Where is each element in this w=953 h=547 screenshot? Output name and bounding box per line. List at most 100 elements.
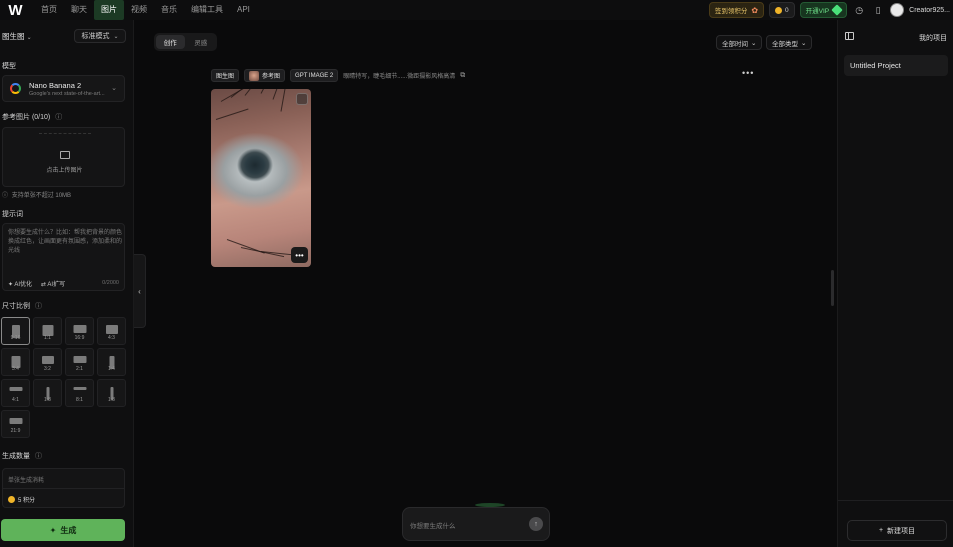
chat-input-bar[interactable]: 你想要生成什么 ↑: [402, 507, 550, 541]
history-icon[interactable]: ◷: [852, 3, 866, 17]
tab-inspiration[interactable]: 灵感: [187, 35, 216, 49]
sparkle-icon: ✦: [49, 525, 57, 535]
chevron-down-icon: ⌄: [113, 33, 119, 40]
credits-button[interactable]: 0: [769, 2, 795, 18]
mode-select[interactable]: 图生图 ⌄: [2, 31, 32, 42]
ratio-option[interactable]: 3:4: [1, 348, 30, 376]
upload-text: 点击上传图片: [46, 168, 83, 174]
generated-image[interactable]: •••: [211, 89, 311, 267]
collapse-panel-button[interactable]: ‹: [134, 254, 146, 328]
ratio-option[interactable]: 2:1: [65, 348, 94, 376]
more-options-icon[interactable]: •••: [742, 68, 754, 78]
ratio-label: 4:1: [12, 397, 19, 403]
type-filter-label: 全部类型: [772, 40, 798, 48]
avatar[interactable]: [890, 3, 905, 17]
nav-home[interactable]: 首页: [34, 0, 64, 20]
ratio-label: 16:9: [74, 335, 85, 341]
vip-button[interactable]: 开通VIP: [799, 2, 848, 18]
credits-value: 0: [785, 6, 789, 14]
prompt-section-label: 提示词: [2, 211, 23, 218]
reference-section-label: 参考图片 (0/10) ⓘ: [2, 112, 62, 122]
panel-resize-handle[interactable]: [831, 270, 834, 306]
info-icon[interactable]: ⓘ: [55, 114, 62, 121]
ratio-option[interactable]: 1:1: [33, 317, 62, 345]
vip-label: 开通VIP: [805, 8, 830, 15]
type-filter[interactable]: 全部类型 ⌄: [766, 35, 813, 50]
divider: [3, 488, 124, 489]
projects-title: 我的项目: [919, 35, 947, 42]
app-logo[interactable]: W: [0, 0, 30, 20]
prompt-input[interactable]: 你想要生成什么？比如：帮我把背景的颜色换成红色，让画面更有氛围感，添加柔和的光线…: [2, 223, 125, 291]
eyelash-stroke: [244, 89, 273, 96]
ai-optimize-button[interactable]: ✦ AI优化: [8, 279, 32, 288]
ai-expand-label: AI扩写: [47, 282, 66, 288]
count-label-text: 生成数量: [2, 453, 30, 460]
phone-icon[interactable]: ▯: [871, 3, 885, 17]
reference-thumbnail: [249, 70, 260, 81]
promo-button[interactable]: 签到领积分 ✿: [708, 2, 765, 18]
new-project-label: 新建项目: [887, 527, 916, 535]
select-checkbox[interactable]: [296, 93, 308, 105]
copy-icon[interactable]: ⧉: [460, 72, 465, 80]
info-icon[interactable]: ⓘ: [35, 303, 42, 310]
info-icon[interactable]: ⓘ: [35, 453, 42, 460]
chevron-left-icon: ‹: [138, 286, 141, 296]
ratio-option[interactable]: 8:1: [65, 379, 94, 407]
image-more-button[interactable]: •••: [291, 247, 308, 263]
top-right-actions: 签到领积分 ✿ 0 开通VIP ◷ ▯ Creator925...: [708, 0, 953, 20]
chevron-down-icon: ⌄: [801, 39, 807, 47]
ratio-label: 2:1: [76, 366, 83, 372]
nav-chat[interactable]: 聊天: [64, 0, 94, 20]
chevron-down-icon: ⌄: [751, 39, 757, 47]
google-logo-icon: [10, 83, 21, 94]
nav-video[interactable]: 视频: [124, 0, 154, 20]
new-project-button[interactable]: + 新建项目: [847, 520, 947, 541]
coin-icon: [8, 496, 15, 503]
ratio-option[interactable]: 21:9: [1, 410, 30, 438]
send-button[interactable]: ↑: [529, 517, 543, 531]
diamond-icon: [831, 4, 843, 16]
project-item[interactable]: Untitled Project: [844, 55, 948, 76]
model-name: Nano Banana 2: [29, 81, 82, 90]
ratio-shape-icon: [73, 325, 86, 333]
sidebar-toggle-icon[interactable]: [845, 32, 854, 40]
ratio-option[interactable]: 1:4: [97, 348, 126, 376]
ratio-label: 4:3: [108, 335, 115, 341]
nav-image[interactable]: 图片: [94, 0, 124, 20]
model-tag-label: GPT IMAGE 2: [295, 72, 334, 79]
ratio-label-text: 尺寸比例: [2, 303, 30, 310]
reference-label-text: 参考图片 (0/10): [2, 114, 51, 121]
generation-count-box[interactable]: 单张生成消耗 5 积分: [2, 468, 125, 508]
ratio-option[interactable]: 4:1: [1, 379, 30, 407]
ratio-option[interactable]: 9:16: [1, 317, 30, 345]
ratio-option[interactable]: 1:8: [97, 379, 126, 407]
username[interactable]: Creator925...: [909, 7, 950, 14]
ratio-shape-icon: [105, 325, 118, 334]
reference-tag-label: 参考图: [262, 74, 281, 80]
image-upload-area[interactable]: 点击上传图片: [2, 127, 125, 187]
model-select[interactable]: Nano Banana 2 Google's next state-of-the…: [2, 75, 125, 102]
cost-label: 5 积分: [18, 498, 36, 504]
ratio-option[interactable]: 4:3: [97, 317, 126, 345]
ai-expand-button[interactable]: ⇄ AI扩写: [41, 279, 65, 288]
prompt-char-counter: 0/2000: [102, 280, 119, 286]
reference-tag[interactable]: 参考图: [244, 69, 286, 82]
tab-create[interactable]: 创作: [156, 35, 185, 49]
time-filter[interactable]: 全部时间 ⌄: [716, 35, 763, 50]
ratio-option[interactable]: 16:9: [65, 317, 94, 345]
ratio-option[interactable]: 3:2: [33, 348, 62, 376]
info-icon: ⓘ: [2, 193, 9, 199]
nav-edit-tools[interactable]: 编辑工具: [184, 0, 230, 20]
top-navigation-bar: W 首页 聊天 图片 视频 音乐 编辑工具 API 签到领积分 ✿ 0 开通VI…: [0, 0, 953, 20]
ratio-shape-icon: [73, 356, 86, 363]
nav-music[interactable]: 音乐: [154, 0, 184, 20]
chevron-down-icon: ⌄: [111, 85, 117, 92]
generate-button[interactable]: ✦ 生成: [1, 519, 125, 541]
ai-optimize-label: AI优化: [14, 282, 33, 288]
ratio-option[interactable]: 1:8: [33, 379, 62, 407]
style-select[interactable]: 标准模式 ⌄: [74, 29, 126, 43]
chevron-down-icon: ⌄: [26, 35, 32, 41]
nav-api[interactable]: API: [230, 0, 257, 20]
left-settings-panel: 图生图 ⌄ 标准模式 ⌄ 模型 Nano Banana 2 Google's n…: [0, 20, 134, 547]
ratio-label: 21:9: [10, 428, 21, 434]
